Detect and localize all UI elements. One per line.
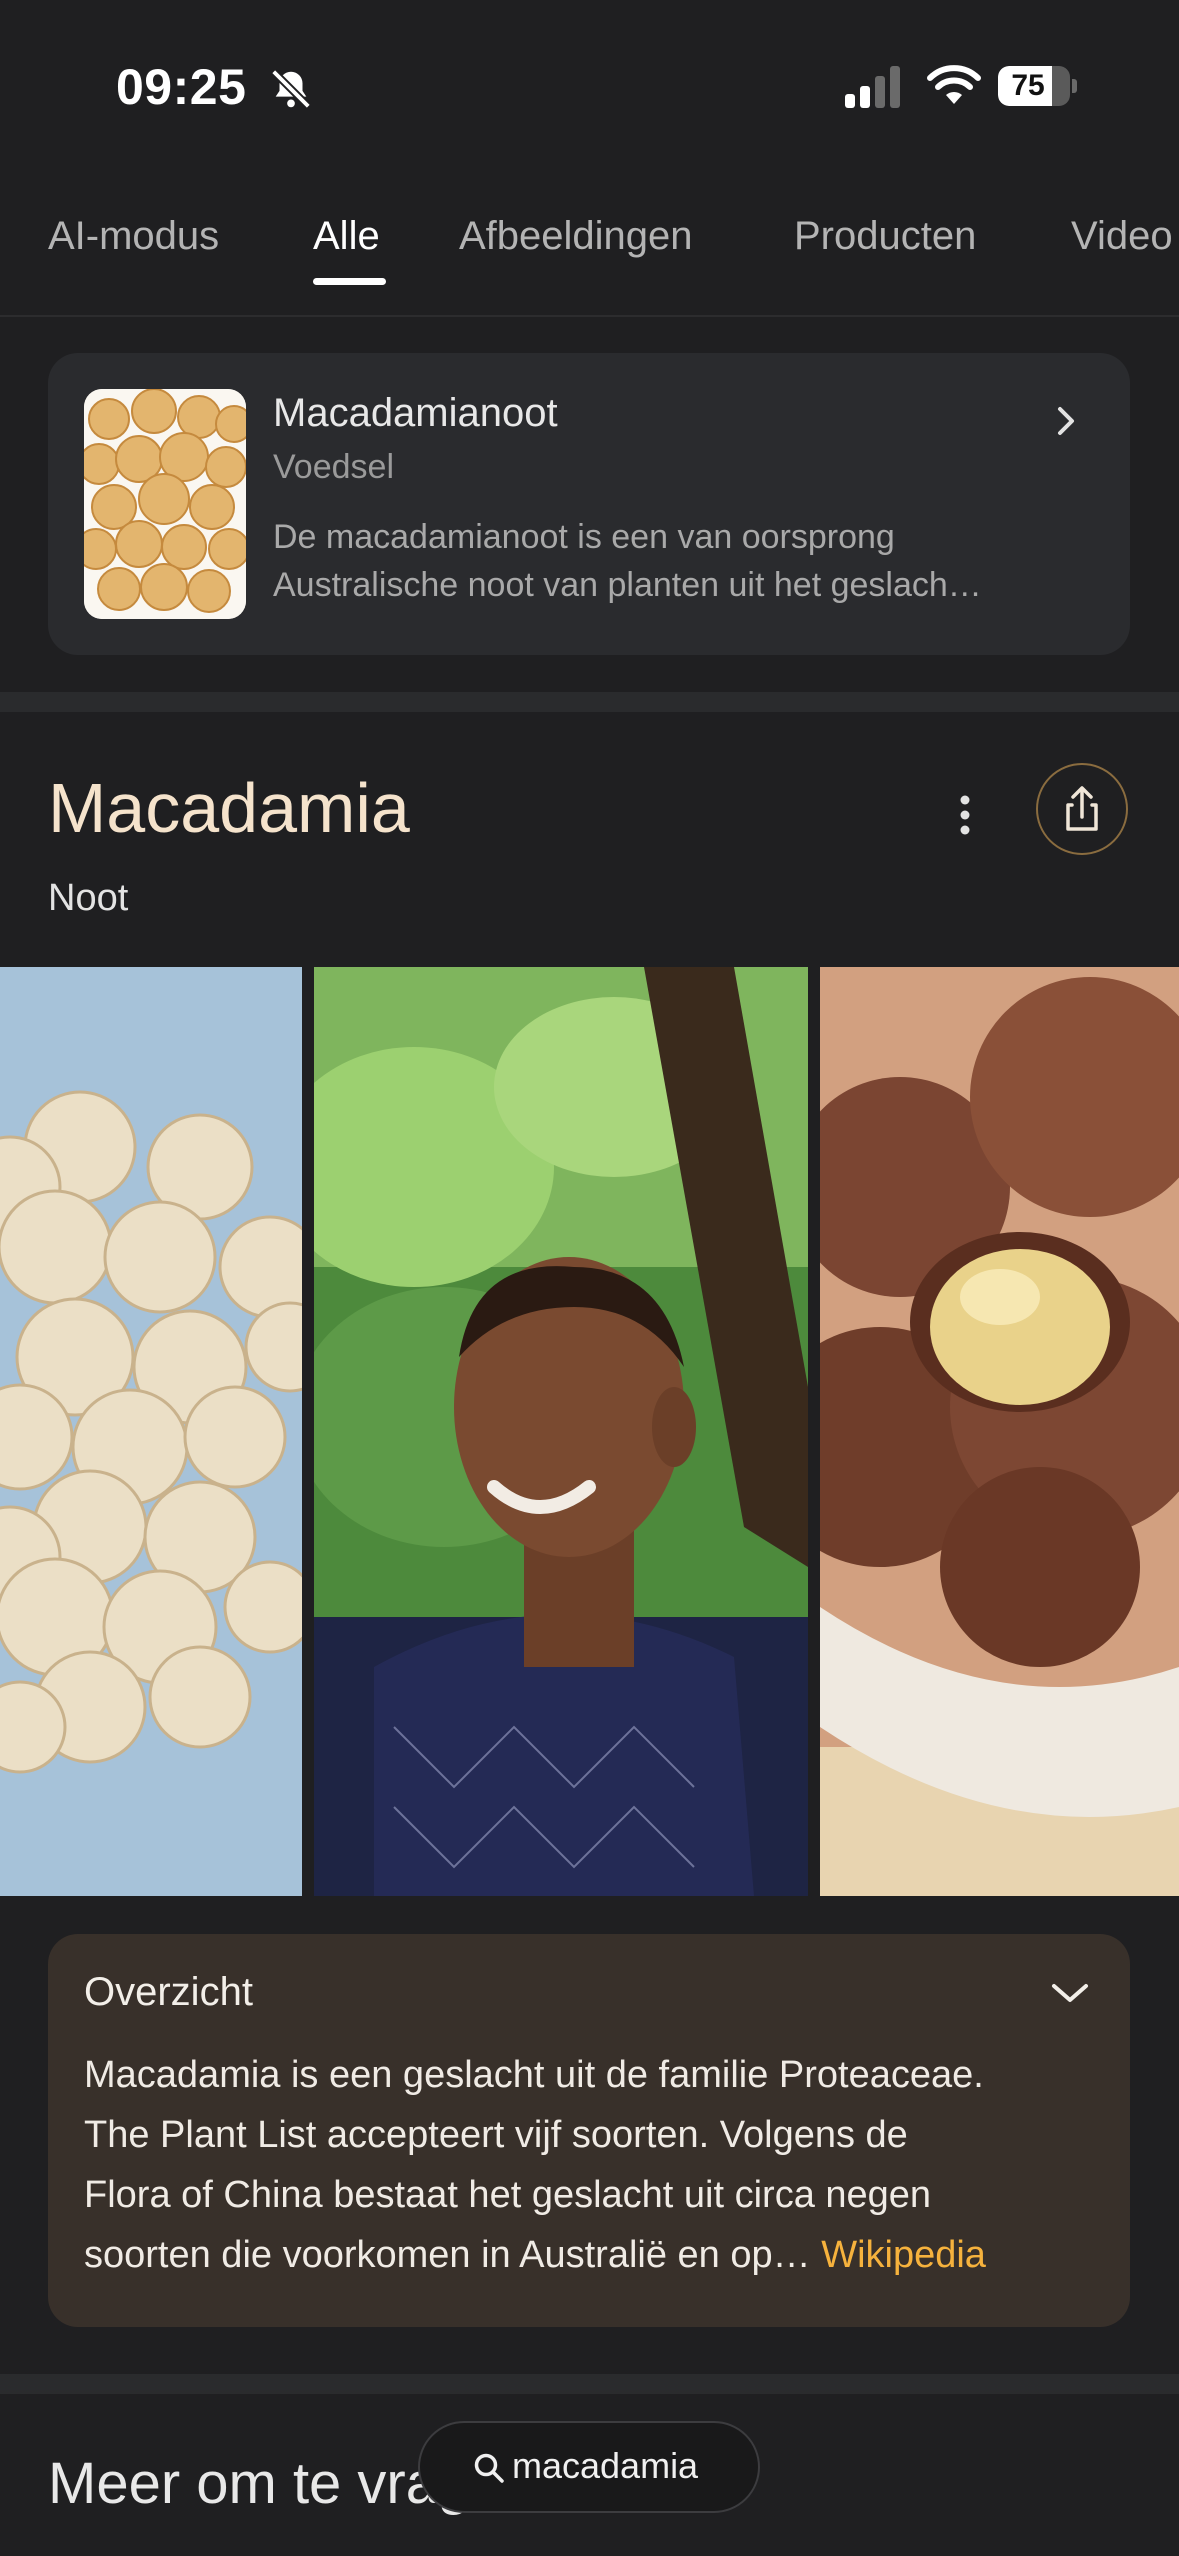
tab-producten[interactable]: Producten — [794, 214, 976, 259]
macadamia-nuts-photo[interactable] — [0, 967, 302, 1896]
chevron-down-icon[interactable] — [1048, 1978, 1092, 2008]
status-time: 09:25 — [116, 59, 247, 115]
more-vert-icon[interactable] — [945, 790, 985, 840]
active-tab-indicator — [313, 278, 386, 285]
knowledge-card[interactable]: Macadamianoot Voedsel De macadamianoot i… — [48, 353, 1130, 655]
bell-slash-icon — [271, 69, 311, 109]
overview-text-line: The Plant List accepteert vijf soorten. … — [84, 2114, 908, 2156]
cellular-signal-icon — [845, 66, 900, 108]
knowledge-card-description-line: De macadamianoot is een van oorsprong — [273, 518, 895, 556]
search-pill[interactable]: macadamia — [418, 2421, 760, 2513]
knowledge-card-description-line: Australische noot van planten uit het ge… — [273, 566, 982, 604]
tab-ai-modus[interactable]: AI-modus — [48, 214, 219, 259]
search-icon — [474, 2453, 504, 2483]
overview-panel: Overzicht Macadamia is een geslacht uit … — [48, 1934, 1130, 2327]
chevron-right-icon[interactable] — [1048, 401, 1084, 441]
entity-title: Macadamia — [48, 769, 410, 847]
entity-subtitle: Noot — [48, 877, 129, 919]
macadamianoot-thumbnail — [84, 389, 246, 619]
search-query: macadamia — [512, 2445, 699, 2486]
knowledge-card-subtitle: Voedsel — [273, 448, 394, 486]
overview-title: Overzicht — [84, 1970, 253, 2014]
share-button[interactable] — [1036, 763, 1128, 855]
section-divider — [0, 692, 1179, 712]
battery-percent: 75 — [1011, 69, 1045, 102]
overview-text-line: Macadamia is een geslacht uit de familie… — [84, 2054, 984, 2096]
overview-text-line: Flora of China bestaat het geslacht uit … — [84, 2174, 932, 2216]
tab-alle[interactable]: Alle — [313, 214, 380, 259]
battery-indicator: 75 — [998, 66, 1078, 106]
macadamia-in-shell-photo[interactable] — [820, 967, 1179, 1896]
wikipedia-link[interactable]: Wikipedia — [821, 2234, 986, 2276]
search-tabs: AI-modus Alle Afbeeldingen Producten Vid… — [0, 200, 1179, 317]
overview-text-line: soorten die voorkomen in Australië en op… — [84, 2234, 986, 2277]
overview-text-line-tail: soorten die voorkomen in Australië en op… — [84, 2234, 811, 2276]
section-divider — [0, 2374, 1179, 2394]
share-icon — [1066, 786, 1098, 831]
image-carousel[interactable] — [0, 967, 1179, 1896]
tab-video[interactable]: Video — [1071, 214, 1173, 259]
wifi-icon — [927, 65, 981, 104]
tab-afbeeldingen[interactable]: Afbeeldingen — [459, 214, 693, 259]
farmer-portrait-photo[interactable] — [314, 967, 808, 1896]
knowledge-card-title: Macadamianoot — [273, 391, 558, 435]
